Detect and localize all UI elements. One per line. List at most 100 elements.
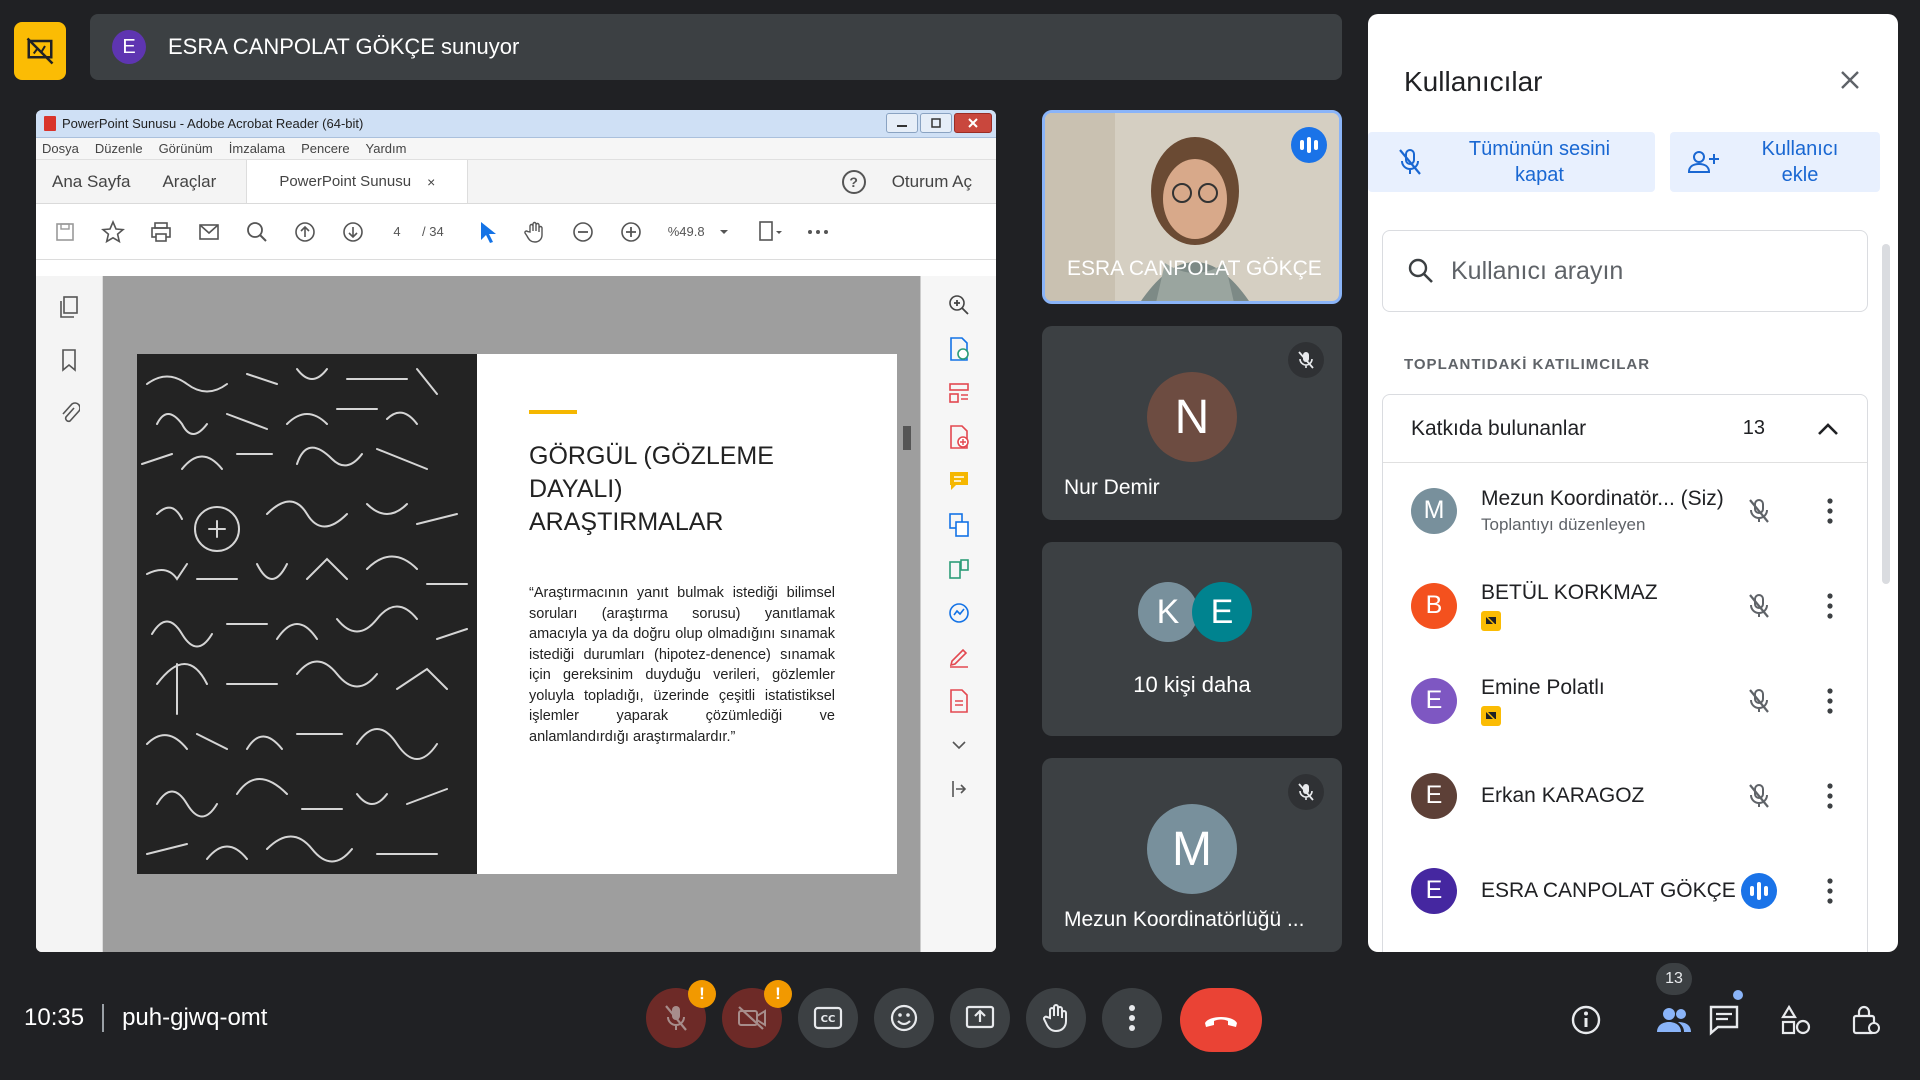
mic-off-icon[interactable] <box>1741 778 1777 814</box>
presentation-app-icon[interactable] <box>14 22 66 80</box>
page-number-input[interactable]: 4 <box>382 224 412 239</box>
menu-view[interactable]: Görünüm <box>159 141 213 156</box>
more-options-icon[interactable] <box>1815 586 1845 626</box>
hang-up-icon <box>1205 1017 1237 1027</box>
bookmarks-icon[interactable] <box>59 347 79 378</box>
mic-off-icon[interactable] <box>1741 493 1777 529</box>
speaking-indicator-icon <box>1291 127 1327 163</box>
edit-pdf-icon[interactable] <box>944 554 974 584</box>
tile-presenter-video[interactable]: ESRA CANPOLAT GÖKÇE <box>1042 110 1342 304</box>
menu-file[interactable]: Dosya <box>42 141 79 156</box>
participant-row[interactable]: E Erkan KARAGOZ <box>1383 748 1867 843</box>
captions-button[interactable]: CC <box>798 988 858 1048</box>
more-options-icon[interactable] <box>1815 681 1845 721</box>
attachments-icon[interactable] <box>58 400 81 431</box>
more-options-icon[interactable] <box>1815 871 1845 911</box>
chat-button[interactable] <box>1702 998 1746 1042</box>
tab-tools[interactable]: Araçlar <box>146 160 232 203</box>
panel-scrollbar[interactable] <box>1882 244 1890 584</box>
find-icon[interactable] <box>238 213 276 251</box>
print-icon[interactable] <box>142 213 180 251</box>
tab-close-icon[interactable]: × <box>427 174 435 190</box>
menu-window[interactable]: Pencere <box>301 141 349 156</box>
current-time: 10:35 <box>24 1004 85 1031</box>
page-layout-icon[interactable] <box>751 213 789 251</box>
zoom-select[interactable]: %49.8 <box>668 224 729 239</box>
leave-call-button[interactable] <box>1180 988 1262 1052</box>
meeting-details-button[interactable] <box>1564 998 1608 1042</box>
tile-more-participants[interactable]: K E 10 kişi daha <box>1042 542 1342 736</box>
contributors-list: Katkıda bulunanlar 13 M Mezun Koordinatö… <box>1382 394 1868 952</box>
more-options-icon[interactable] <box>1815 491 1845 531</box>
mail-icon[interactable] <box>190 213 228 251</box>
minimize-button[interactable] <box>886 113 918 133</box>
people-button[interactable] <box>1652 998 1696 1042</box>
document-scrollbar[interactable] <box>903 426 911 450</box>
more-tools-icon[interactable] <box>799 213 837 251</box>
hand-tool-icon[interactable] <box>516 213 554 251</box>
present-now-button[interactable] <box>950 988 1010 1048</box>
more-options-button[interactable] <box>1102 988 1162 1048</box>
more-options-icon[interactable] <box>1815 776 1845 816</box>
participant-search[interactable] <box>1382 230 1868 312</box>
reactions-button[interactable] <box>874 988 934 1048</box>
comment-icon[interactable] <box>944 466 974 496</box>
sign-in-link[interactable]: Oturum Aç <box>892 172 972 192</box>
activities-button[interactable] <box>1774 998 1818 1042</box>
search-input[interactable] <box>1451 256 1831 286</box>
previous-page-icon[interactable] <box>286 213 324 251</box>
fill-sign-icon[interactable] <box>944 642 974 672</box>
panel-close-button[interactable] <box>1830 60 1870 100</box>
microphone-toggle-button[interactable]: ! <box>646 980 716 1048</box>
save-icon[interactable] <box>46 213 84 251</box>
magnifier-glyph <box>247 221 267 242</box>
participant-row[interactable]: E ESRA CANPOLAT GÖKÇE <box>1383 843 1867 938</box>
minus-circle-glyph <box>572 221 593 242</box>
enhance-scans-icon[interactable] <box>944 598 974 628</box>
collapse-panel-icon[interactable] <box>944 774 974 804</box>
tab-document[interactable]: PowerPoint Sunusu × <box>246 160 469 203</box>
acrobat-tabs: Ana Sayfa Araçlar PowerPoint Sunusu × ? … <box>36 160 996 204</box>
participant-row[interactable]: M Mezun Koordinatör... (Siz) Toplantıyı … <box>1383 463 1867 558</box>
mic-off-glyph <box>1749 783 1769 808</box>
menu-edit[interactable]: Düzenle <box>95 141 143 156</box>
zoom-out-icon[interactable] <box>564 213 602 251</box>
chevron-up-icon[interactable] <box>1817 422 1839 436</box>
create-pdf-icon[interactable] <box>944 422 974 452</box>
tile-nur-demir[interactable]: N Nur Demir <box>1042 326 1342 520</box>
zoom-in-icon[interactable] <box>612 213 650 251</box>
mic-off-icon[interactable] <box>1741 683 1777 719</box>
send-for-signature-icon[interactable] <box>944 686 974 716</box>
help-icon[interactable]: ? <box>841 169 866 194</box>
document-view[interactable]: GÖRGÜL (GÖZLEME DAYALI) ARAŞTIRMALAR “Ar… <box>103 276 921 952</box>
page-thumbnails-icon[interactable] <box>57 294 81 325</box>
mic-off-icon[interactable] <box>1741 588 1777 624</box>
export-pdf-icon[interactable] <box>944 334 974 364</box>
organize-pages-icon[interactable] <box>944 378 974 408</box>
vertical-dots-glyph <box>1827 782 1833 809</box>
zoom-search-icon[interactable] <box>944 290 974 320</box>
menu-sign[interactable]: İmzalama <box>229 141 285 156</box>
add-user-button[interactable]: Kullanıcı ekle <box>1670 132 1880 192</box>
maximize-button[interactable] <box>920 113 952 133</box>
next-page-icon[interactable] <box>334 213 372 251</box>
participant-row[interactable]: B BETÜL KORKMAZ <box>1383 558 1867 653</box>
tile-mezun-koordinatorlugu[interactable]: M Mezun Koordinatörlüğü ... <box>1042 758 1342 952</box>
more-tools-chevron-icon[interactable] <box>944 730 974 760</box>
star-icon[interactable] <box>94 213 132 251</box>
menu-help[interactable]: Yardım <box>366 141 407 156</box>
minimize-icon <box>897 125 907 127</box>
raise-hand-button[interactable] <box>1026 988 1086 1048</box>
closed-captions-icon: CC <box>813 1006 843 1030</box>
window-close-button[interactable] <box>954 113 992 133</box>
select-cursor-icon[interactable] <box>468 213 506 251</box>
combine-files-icon[interactable] <box>944 510 974 540</box>
contributors-header[interactable]: Katkıda bulunanlar 13 <box>1383 395 1867 463</box>
page-total: / 34 <box>422 224 444 239</box>
host-controls-button[interactable] <box>1844 998 1888 1042</box>
participant-row[interactable]: E Emine Polatlı <box>1383 653 1867 748</box>
zoom-value: %49.8 <box>667 224 705 239</box>
tab-home[interactable]: Ana Sayfa <box>36 160 146 203</box>
camera-toggle-button[interactable]: ! <box>722 980 792 1048</box>
mute-all-button[interactable]: Tümünün sesini kapat <box>1368 132 1655 192</box>
